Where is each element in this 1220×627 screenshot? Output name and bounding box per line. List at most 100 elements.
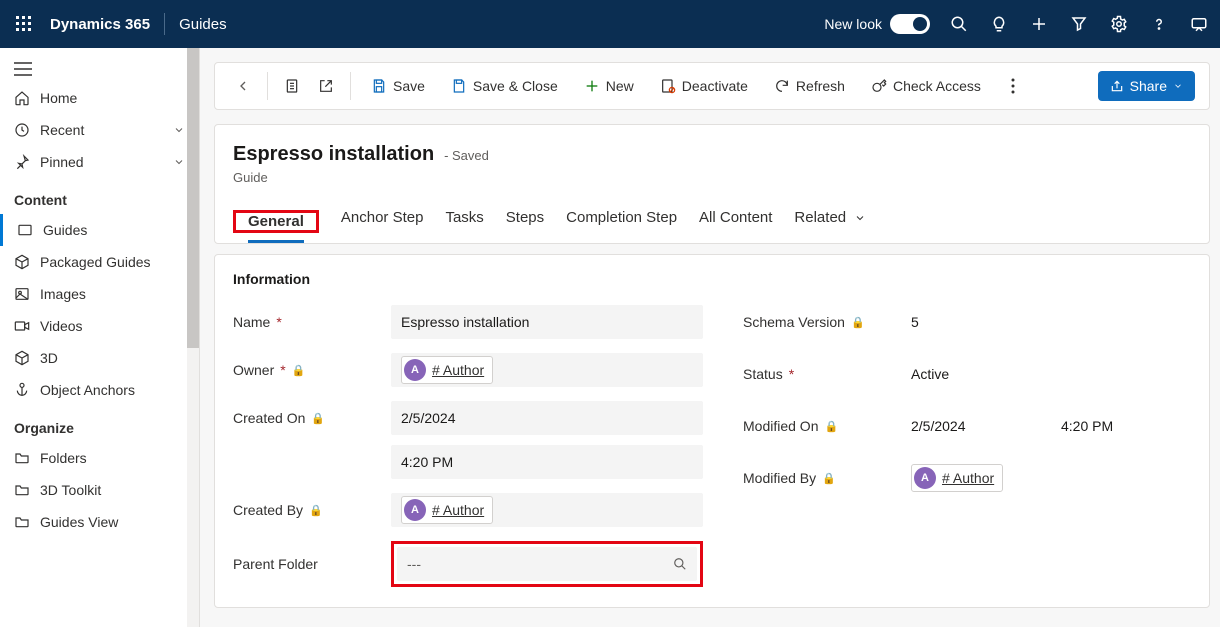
status-value[interactable]: Active [901,357,1191,391]
tab-related[interactable]: Related [794,203,866,239]
chevron-down-icon [854,212,866,224]
tab-all-content[interactable]: All Content [699,203,772,239]
assistant-icon[interactable] [1188,13,1210,35]
required-indicator: * [280,362,285,378]
field-name: Name * Espresso installation [233,305,703,339]
field-created-on-time: 4:20 PM [233,445,703,479]
nav-label: Guides View [40,514,118,530]
nav-home[interactable]: Home [0,82,199,114]
lock-icon: 🔒 [311,412,325,425]
check-access-button[interactable]: Check Access [861,70,991,102]
chevron-down-icon [173,156,185,168]
check-access-icon [871,78,887,94]
save-close-button[interactable]: Save & Close [441,70,568,102]
guides-icon [17,222,33,238]
save-close-label: Save & Close [473,78,558,94]
gear-icon[interactable] [1108,13,1130,35]
lock-icon: 🔒 [309,504,323,517]
field-modified-by: Modified By 🔒 A # Author [743,461,1191,495]
tab-tasks[interactable]: Tasks [445,203,483,239]
field-created-by: Created By 🔒 A # Author [233,493,703,527]
parent-folder-lookup[interactable]: --- [397,547,697,581]
tab-general[interactable]: General [248,207,304,243]
back-button[interactable] [229,70,257,102]
section-organize: Organize [0,406,199,442]
nav-recent[interactable]: Recent [0,114,199,146]
label-name: Name [233,314,270,330]
filter-icon[interactable] [1068,13,1090,35]
refresh-button[interactable]: Refresh [764,70,855,102]
nav-label: Folders [40,450,87,466]
avatar: A [404,499,426,521]
plus-icon[interactable] [1028,13,1050,35]
share-button[interactable]: Share [1098,71,1195,101]
saved-indicator: - Saved [444,148,489,163]
help-icon[interactable] [1148,13,1170,35]
nav-videos[interactable]: Videos [0,310,199,342]
label-modified-on: Modified On [743,418,818,434]
tab-related-label: Related [794,209,846,226]
search-icon[interactable] [948,13,970,35]
nav-pinned[interactable]: Pinned [0,146,199,178]
deactivate-label: Deactivate [682,78,748,94]
nav-packaged-guides[interactable]: Packaged Guides [0,246,199,278]
highlight-general-tab: General [233,210,319,233]
modified-by-link[interactable]: # Author [942,470,994,486]
popout-icon[interactable] [312,70,340,102]
new-look-toggle[interactable]: New look [824,14,930,34]
hamburger-icon[interactable] [0,56,199,82]
schema-version-value: 5 [901,305,1191,339]
video-icon [14,318,30,334]
save-button[interactable]: Save [361,70,435,102]
required-indicator: * [789,366,794,382]
app-launcher-icon[interactable] [10,10,38,38]
label-modified-by: Modified By [743,470,816,486]
nav-label: Videos [40,318,83,334]
tab-completion-step[interactable]: Completion Step [566,203,677,239]
nav-images[interactable]: Images [0,278,199,310]
nav-guides[interactable]: Guides [0,214,199,246]
lightbulb-icon[interactable] [988,13,1010,35]
lock-icon: 🔒 [292,364,306,377]
label-parent-folder: Parent Folder [233,556,318,572]
input-name[interactable]: Espresso installation [391,305,703,339]
modified-by-chip[interactable]: A # Author [911,464,1003,492]
new-label: New [606,78,634,94]
field-modified-on: Modified On 🔒 2/5/2024 4:20 PM [743,409,1191,443]
created-by-link[interactable]: # Author [432,502,484,518]
nav-3d[interactable]: 3D [0,342,199,374]
overflow-button[interactable] [1005,70,1021,102]
nav-object-anchors[interactable]: Object Anchors [0,374,199,406]
pin-icon [14,154,30,170]
tab-list: General Anchor Step Tasks Steps Completi… [233,203,1191,239]
deactivate-button[interactable]: Deactivate [650,70,758,102]
nav-guides-view[interactable]: Guides View [0,506,199,538]
package-icon [14,254,30,270]
owner-chip[interactable]: A # Author [401,356,493,384]
section-content: Content [0,178,199,214]
nav-label: Object Anchors [40,382,135,398]
entity-name: Guide [233,170,1191,185]
image-icon [14,286,30,302]
tab-steps[interactable]: Steps [506,203,544,239]
app-name: Guides [179,16,227,33]
created-by-chip[interactable]: A # Author [401,496,493,524]
nav-3d-toolkit[interactable]: 3D Toolkit [0,474,199,506]
share-label: Share [1130,78,1167,94]
tab-anchor-step[interactable]: Anchor Step [341,203,424,239]
check-access-label: Check Access [893,78,981,94]
lock-icon: 🔒 [822,472,836,485]
nav-folders[interactable]: Folders [0,442,199,474]
nav-label: Packaged Guides [40,254,151,270]
nav-label: Guides [43,222,87,238]
scrollbar[interactable] [187,48,199,627]
owner-link[interactable]: # Author [432,362,484,378]
input-owner[interactable]: A # Author [391,353,703,387]
search-icon[interactable] [673,557,687,571]
open-record-set-icon[interactable] [278,70,306,102]
new-button[interactable]: New [574,70,644,102]
save-icon [371,78,387,94]
toggle-switch[interactable] [890,14,930,34]
home-icon [14,90,30,106]
field-status: Status * Active [743,357,1191,391]
